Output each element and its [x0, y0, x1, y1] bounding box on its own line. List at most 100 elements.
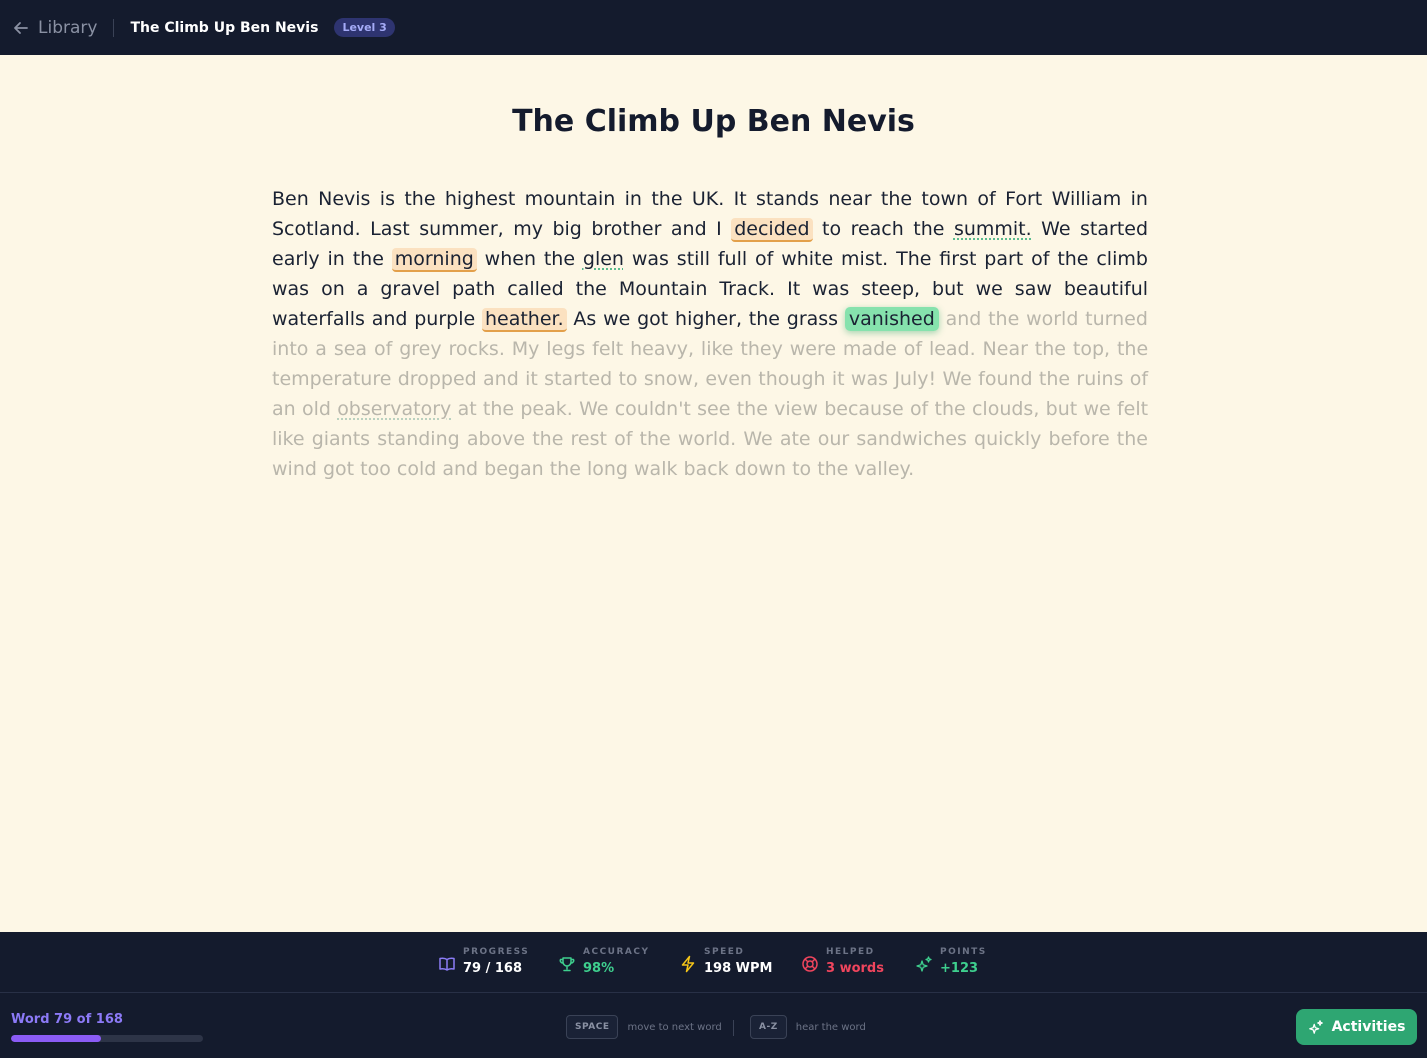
story-word[interactable]: summit.: [954, 218, 1032, 240]
story-word[interactable]: Scotland.: [272, 218, 361, 240]
story-word[interactable]: We: [1041, 218, 1070, 240]
story-word[interactable]: still: [677, 248, 710, 270]
story-word[interactable]: Ben: [272, 188, 309, 210]
story-word[interactable]: the: [353, 248, 384, 270]
current-word[interactable]: vanished: [844, 307, 939, 331]
story-word[interactable]: it: [832, 368, 845, 390]
story-word[interactable]: to: [618, 368, 637, 390]
story-word[interactable]: above: [467, 428, 525, 450]
story-word[interactable]: As: [573, 308, 596, 330]
story-word[interactable]: we: [603, 308, 630, 330]
story-word[interactable]: summer,: [419, 218, 504, 240]
story-word[interactable]: climb: [1096, 248, 1148, 270]
story-word[interactable]: full: [718, 248, 747, 270]
story-word[interactable]: started: [544, 368, 612, 390]
story-word[interactable]: I: [716, 218, 722, 240]
story-word[interactable]: but: [1046, 398, 1078, 420]
story-word[interactable]: were: [790, 338, 836, 360]
story-word[interactable]: the: [749, 308, 780, 330]
story-word[interactable]: My: [512, 338, 540, 360]
story-word[interactable]: before: [1049, 428, 1110, 450]
story-word[interactable]: near: [828, 188, 871, 210]
story-word[interactable]: stands: [756, 188, 819, 210]
story-word[interactable]: heavy,: [630, 338, 694, 360]
story-word[interactable]: peak.: [520, 398, 572, 420]
story-word[interactable]: big: [552, 218, 581, 240]
story-word[interactable]: got: [323, 458, 354, 480]
story-word[interactable]: we: [1083, 398, 1110, 420]
story-word[interactable]: It: [734, 188, 747, 210]
story-word[interactable]: at: [458, 398, 477, 420]
story-word[interactable]: sea: [334, 338, 367, 360]
story-word[interactable]: giants: [312, 428, 370, 450]
story-word[interactable]: the: [1035, 338, 1066, 360]
story-word[interactable]: to: [822, 218, 841, 240]
story-word[interactable]: white: [781, 248, 833, 270]
story-word[interactable]: path: [452, 278, 495, 300]
story-word[interactable]: when: [485, 248, 536, 270]
story-word[interactable]: observatory: [337, 398, 451, 420]
story-word[interactable]: into: [272, 338, 308, 360]
story-word[interactable]: Near: [983, 338, 1028, 360]
story-word[interactable]: the: [651, 188, 682, 210]
story-word[interactable]: our: [818, 428, 849, 450]
story-word[interactable]: the: [935, 398, 966, 420]
story-word[interactable]: and: [946, 308, 982, 330]
helped-word[interactable]: morning: [391, 248, 477, 272]
helped-word[interactable]: decided: [731, 218, 813, 242]
story-word[interactable]: The: [896, 248, 931, 270]
story-word[interactable]: of: [904, 338, 922, 360]
story-word[interactable]: turned: [1085, 308, 1148, 330]
story-word[interactable]: sandwiches: [856, 428, 967, 450]
story-word[interactable]: July!: [894, 368, 936, 390]
story-word[interactable]: brother: [591, 218, 661, 240]
story-word[interactable]: an: [272, 398, 296, 420]
story-word[interactable]: in: [328, 248, 345, 270]
story-word[interactable]: temperature: [272, 368, 391, 390]
story-word[interactable]: William: [1052, 188, 1122, 210]
story-word[interactable]: We: [942, 368, 971, 390]
story-word[interactable]: lead.: [929, 338, 976, 360]
story-word[interactable]: the: [988, 308, 1019, 330]
story-word[interactable]: in: [625, 188, 642, 210]
story-word[interactable]: view: [774, 398, 818, 420]
story-word[interactable]: top,: [1073, 338, 1110, 360]
story-word[interactable]: was: [272, 278, 309, 300]
story-word[interactable]: dropped: [398, 368, 477, 390]
story-word[interactable]: world.: [678, 428, 736, 450]
story-word[interactable]: grass: [787, 308, 838, 330]
story-word[interactable]: early: [272, 248, 320, 270]
story-word[interactable]: made: [843, 338, 897, 360]
story-word[interactable]: the: [913, 218, 944, 240]
story-word[interactable]: long: [587, 458, 628, 480]
story-word[interactable]: town: [921, 188, 968, 210]
story-word[interactable]: of: [614, 428, 632, 450]
story-word[interactable]: legs: [546, 338, 585, 360]
story-word[interactable]: Mountain: [619, 278, 708, 300]
story-word[interactable]: gravel: [380, 278, 440, 300]
story-word[interactable]: started: [1080, 218, 1148, 240]
story-word[interactable]: Fort: [1005, 188, 1042, 210]
story-word[interactable]: ruins: [1076, 368, 1123, 390]
story-word[interactable]: we: [976, 278, 1003, 300]
story-word[interactable]: valley.: [854, 458, 914, 480]
story-word[interactable]: was: [851, 368, 888, 390]
story-word[interactable]: called: [507, 278, 563, 300]
story-word[interactable]: Track.: [719, 278, 775, 300]
story-word[interactable]: rest: [571, 428, 607, 450]
story-word[interactable]: see: [697, 398, 730, 420]
story-word[interactable]: like: [701, 338, 734, 360]
story-word[interactable]: the: [550, 458, 581, 480]
story-word[interactable]: couldn't: [615, 398, 691, 420]
story-word[interactable]: standing: [377, 428, 459, 450]
story-word[interactable]: on: [321, 278, 345, 300]
story-word[interactable]: part: [984, 248, 1023, 270]
story-word[interactable]: quickly: [974, 428, 1041, 450]
story-word[interactable]: steep,: [861, 278, 920, 300]
story-word[interactable]: of: [910, 398, 928, 420]
story-word[interactable]: was: [632, 248, 669, 270]
story-word[interactable]: higher,: [675, 308, 742, 330]
story-word[interactable]: Nevis: [318, 188, 370, 210]
story-word[interactable]: saw: [1015, 278, 1052, 300]
story-word[interactable]: reach: [851, 218, 904, 240]
